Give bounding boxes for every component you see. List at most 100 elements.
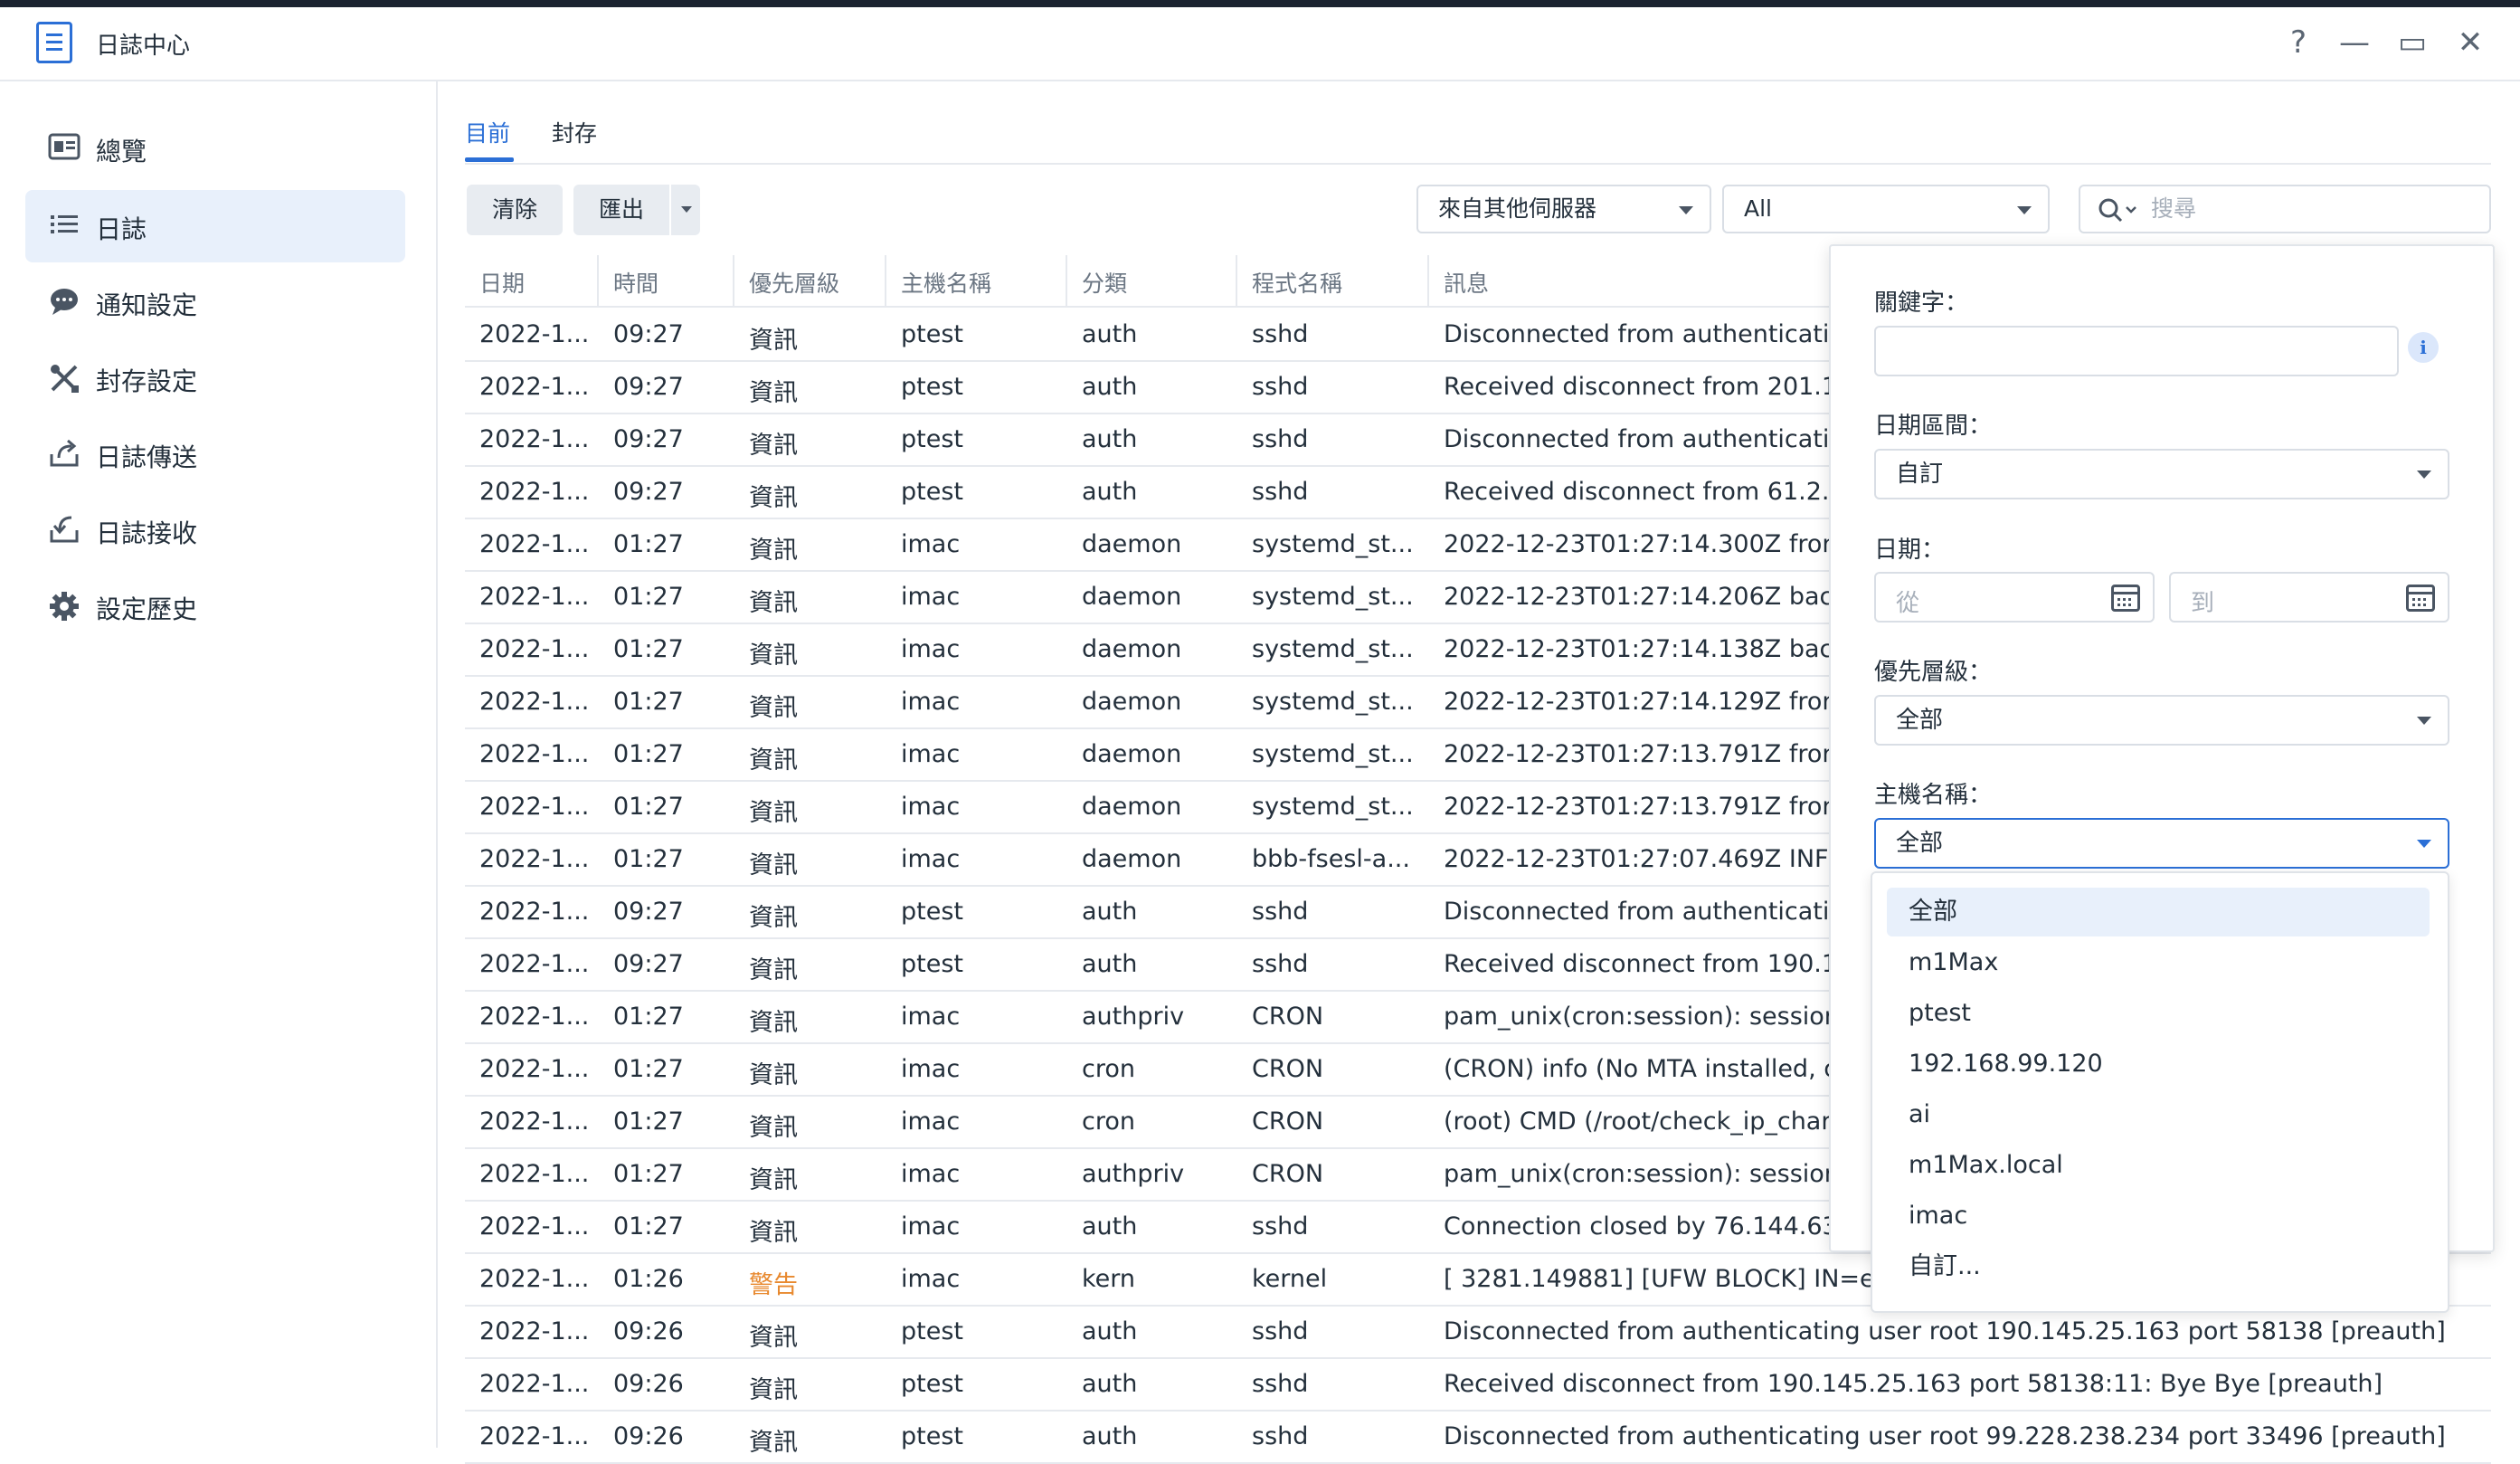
cell-priority: 資訊 [749, 589, 798, 617]
chevron-down-icon [2017, 206, 2032, 214]
date-label: 日期： [1874, 537, 1946, 564]
cell-hostname: imac [901, 688, 961, 716]
hostname-option-all[interactable]: 全部 [1887, 888, 2430, 936]
cell-hostname: ptest [901, 1370, 963, 1398]
help-icon[interactable]: ? [2274, 18, 2323, 67]
cell-message: Received disconnect from 61.2.2 [1444, 478, 1845, 506]
cell-date: 2022-1... [479, 793, 590, 821]
cell-date: 2022-1... [479, 1108, 590, 1136]
cell-program: kernel [1252, 1265, 1328, 1293]
cell-date: 2022-1... [479, 373, 590, 401]
date-from-field[interactable]: 從 [1874, 572, 2155, 623]
cell-date: 2022-1... [479, 320, 590, 348]
hostname-option[interactable]: m1Max [1887, 938, 2430, 987]
cell-hostname: ptest [901, 320, 963, 348]
cell-date: 2022-1... [479, 1212, 590, 1241]
cell-date: 2022-1... [479, 583, 590, 611]
sidebar: 總覽 日誌 通知設定 封存設定 日誌傳送 日誌接收 設定歷史 [0, 81, 438, 1448]
cell-date: 2022-1... [479, 1317, 590, 1345]
sidebar-item-log-receiving[interactable]: 日誌接收 [25, 494, 405, 566]
export-button[interactable]: 匯出 [573, 185, 669, 235]
cell-category: daemon [1082, 845, 1182, 873]
maximize-icon[interactable]: ▭ [2388, 18, 2437, 67]
hostname-dropdown-list: 全部 m1Max ptest 192.168.99.120 ai m1Max.l… [1871, 871, 2449, 1313]
cell-program: systemd_st... [1252, 688, 1414, 716]
hostname-select[interactable]: 全部 [1874, 818, 2449, 869]
priority-select[interactable]: 全部 [1874, 695, 2449, 746]
date-range-label: 日期區間： [1874, 413, 1993, 440]
tab-current[interactable]: 目前 [465, 116, 514, 162]
hostname-option[interactable]: imac [1887, 1192, 2430, 1241]
cell-priority: 資訊 [749, 1009, 798, 1037]
hostname-option[interactable]: 192.168.99.120 [1887, 1040, 2430, 1088]
sidebar-item-notification[interactable]: 通知設定 [25, 266, 405, 338]
cell-message: Connection closed by 76.144.63. [1444, 1212, 1846, 1241]
calendar-icon[interactable] [2111, 585, 2140, 612]
cell-program: sshd [1252, 478, 1309, 506]
cell-category: auth [1082, 1370, 1138, 1398]
cell-message: Disconnected from authenticating user ro… [1444, 1317, 2446, 1345]
cell-priority: 資訊 [749, 1114, 798, 1142]
cell-program: systemd_st... [1252, 530, 1414, 558]
date-range-select[interactable]: 自訂 [1874, 449, 2449, 499]
calendar-icon[interactable] [2406, 585, 2435, 612]
filter-select[interactable]: All [1722, 185, 2050, 233]
date-to-field[interactable]: 到 [2169, 572, 2449, 623]
cell-category: auth [1082, 425, 1138, 453]
column-header-category[interactable]: 分類 [1082, 266, 1127, 299]
chevron-down-icon [2417, 471, 2431, 479]
sidebar-item-overview[interactable]: 總覽 [25, 112, 405, 185]
table-row[interactable]: 2022-1... 09:26 資訊 ptest auth sshd Disconnecte… [465, 1410, 2491, 1464]
cell-time: 01:27 [613, 1212, 684, 1241]
search-icon [2097, 195, 2140, 241]
cell-category: cron [1082, 1108, 1135, 1136]
chat-icon [47, 286, 81, 318]
cell-category: daemon [1082, 635, 1182, 663]
chevron-down-icon [2417, 717, 2431, 725]
cell-date: 2022-1... [479, 1422, 590, 1450]
cell-hostname: imac [901, 530, 961, 558]
column-header-hostname[interactable]: 主機名稱 [901, 266, 991, 299]
info-icon[interactable]: i [2408, 332, 2439, 363]
cell-date: 2022-1... [479, 478, 590, 506]
cell-program: systemd_st... [1252, 583, 1414, 611]
log-center-window: 日誌中心 ? — ▭ ✕ 總覽 日誌 通知設定 封存設定 日誌傳送 日誌接收 設… [0, 7, 2520, 1464]
table-row[interactable]: 2022-1... 09:26 資訊 ptest auth sshd Received di… [465, 1357, 2491, 1412]
sidebar-item-label: 通知設定 [96, 290, 198, 320]
sidebar-item-settings-history[interactable]: 設定歷史 [25, 570, 405, 642]
hostname-option-custom[interactable]: 自訂... [1887, 1242, 2430, 1291]
column-header-time[interactable]: 時間 [613, 266, 658, 299]
cell-program: systemd_st... [1252, 740, 1414, 768]
cell-program: sshd [1252, 320, 1309, 348]
hostname-option[interactable]: ptest [1887, 989, 2430, 1038]
column-header-priority[interactable]: 優先層級 [749, 266, 839, 299]
tab-archive[interactable]: 封存 [552, 116, 597, 148]
column-header-date[interactable]: 日期 [479, 266, 525, 299]
column-header-message[interactable]: 訊息 [1444, 266, 1489, 299]
list-icon [47, 210, 81, 242]
table-row[interactable]: 2022-1... 09:26 資訊 ptest auth sshd Disconnecte… [465, 1305, 2491, 1359]
export-dropdown-button[interactable] [671, 185, 700, 235]
cell-priority: 資訊 [749, 1324, 798, 1352]
cell-time: 09:27 [613, 950, 684, 978]
search-input[interactable]: 搜尋 [2079, 185, 2491, 233]
keyword-input[interactable] [1874, 326, 2399, 376]
priority-label: 優先層級： [1874, 659, 1993, 686]
sidebar-item-logs[interactable]: 日誌 [25, 190, 405, 262]
sidebar-item-label: 日誌傳送 [96, 442, 198, 472]
cell-program: sshd [1252, 950, 1309, 978]
sidebar-item-log-sending[interactable]: 日誌傳送 [25, 418, 405, 490]
clear-button[interactable]: 清除 [467, 185, 563, 235]
close-icon[interactable]: ✕ [2446, 18, 2495, 67]
cell-date: 2022-1... [479, 740, 590, 768]
sidebar-item-archive-settings[interactable]: 封存設定 [25, 342, 405, 414]
cell-program: sshd [1252, 425, 1309, 453]
cell-time: 01:27 [613, 583, 684, 611]
source-select[interactable]: 來自其他伺服器 [1416, 185, 1711, 233]
column-header-program[interactable]: 程式名稱 [1252, 266, 1342, 299]
hostname-option[interactable]: ai [1887, 1090, 2430, 1139]
cell-date: 2022-1... [479, 1055, 590, 1083]
hostname-option[interactable]: m1Max.local [1887, 1141, 2430, 1190]
cell-date: 2022-1... [479, 688, 590, 716]
minimize-icon[interactable]: — [2330, 18, 2379, 67]
